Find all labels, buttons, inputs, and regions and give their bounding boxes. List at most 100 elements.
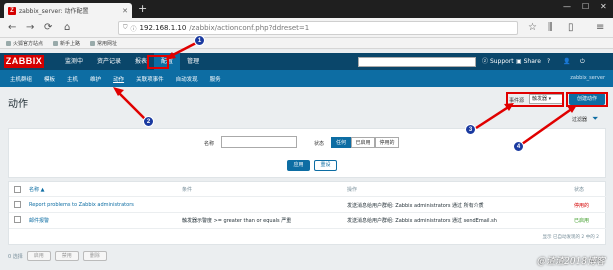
address-bar: ← → ⟳ ⌂ ⛉ ⓘ 192.168.1.10/zabbix/actionco… bbox=[0, 18, 613, 38]
action-operations: 发送消息给用户群组: Zabbix administrators 通过 所有介质 bbox=[347, 203, 484, 209]
chevron-down-icon: ▾ bbox=[548, 96, 552, 102]
info-icon: ⓘ bbox=[130, 25, 137, 33]
browser-tab[interactable]: Z zabbix_server: 动作配置 ✕ bbox=[4, 3, 132, 18]
status-toggle-enabled[interactable]: 已启用 bbox=[574, 217, 589, 224]
reload-icon[interactable]: ⟳ bbox=[44, 22, 52, 34]
event-source-value: 触发器 bbox=[532, 96, 548, 102]
action-name-link[interactable]: 邮件报警 bbox=[29, 217, 49, 224]
zabbix-header: ZABBIX 监测中 资产记录 报表 配置 管理 ⓩ Support ▣ Sha… bbox=[0, 53, 613, 70]
share-label: Share bbox=[523, 58, 541, 65]
status-toggle-disabled[interactable]: 停用的 bbox=[574, 202, 589, 209]
menu-reports[interactable]: 报表 bbox=[128, 53, 154, 70]
shield-icon: ⛉ bbox=[123, 24, 128, 31]
bookmark-label: 火狐官方站点 bbox=[13, 40, 44, 47]
window-close-icon[interactable]: ✕ bbox=[600, 2, 607, 11]
share-icon: ▣ bbox=[516, 58, 522, 65]
submenu-maintenance[interactable]: 维护 bbox=[84, 75, 107, 83]
main-menu: 监测中 资产记录 报表 配置 管理 bbox=[58, 53, 206, 70]
support-link[interactable]: ⓩ Support bbox=[482, 57, 514, 67]
global-search-input[interactable] bbox=[358, 57, 476, 67]
minimize-icon[interactable]: — bbox=[563, 2, 571, 11]
forward-arrow-icon[interactable]: → bbox=[26, 22, 34, 34]
select-all-checkbox[interactable] bbox=[14, 186, 21, 193]
url-field[interactable]: ⛉ ⓘ 192.168.1.10/zabbix/actionconf.php?d… bbox=[118, 21, 518, 35]
action-name-link[interactable]: Report problems to Zabbix administrators bbox=[29, 202, 134, 208]
status-any-option[interactable]: 任何 bbox=[331, 137, 351, 148]
watermark: @渣渣2018博客 bbox=[537, 257, 605, 267]
column-header-name[interactable]: 名称 ▲ bbox=[29, 186, 44, 193]
apply-button[interactable]: 应用 bbox=[287, 160, 310, 171]
actions-table: 名称 ▲ 条件 操作 状态 Report problems to Zabbix … bbox=[8, 181, 607, 245]
star-icon[interactable]: ☆ bbox=[528, 22, 537, 34]
bookmark-item[interactable]: 火狐官方站点 bbox=[6, 40, 43, 47]
create-action-button[interactable]: 创建动作 bbox=[569, 93, 605, 105]
zabbix-logo[interactable]: ZABBIX bbox=[4, 55, 44, 68]
column-header-conditions: 条件 bbox=[182, 187, 193, 193]
page-header: 动作 事件源 触发器 ▾ 创建动作 过滤器 ⏷ bbox=[0, 87, 613, 123]
share-link[interactable]: ▣ Share bbox=[516, 57, 541, 67]
browser-tab-title: zabbix_server: 动作配置 bbox=[19, 8, 89, 15]
action-operations: 发送消息给用户群组: Zabbix administrators 通过 send… bbox=[347, 218, 497, 224]
hamburger-menu-icon[interactable]: ≡ bbox=[596, 22, 604, 34]
help-icon[interactable]: ? bbox=[547, 57, 550, 67]
annotation-badge-2: 2 bbox=[143, 116, 154, 127]
bookmark-icon bbox=[90, 40, 96, 46]
logout-icon[interactable]: ⏻ bbox=[580, 57, 585, 67]
status-enabled-option[interactable]: 已启用 bbox=[351, 137, 375, 148]
submenu-services[interactable]: 服务 bbox=[204, 75, 227, 83]
filter-status-label: 状态 bbox=[314, 141, 325, 147]
bookmark-item[interactable]: 常用网址 bbox=[90, 40, 117, 47]
submenu-actions[interactable]: 动作 bbox=[107, 75, 130, 83]
filter-name-input[interactable] bbox=[221, 136, 297, 148]
event-source-select[interactable]: 触发器 ▾ bbox=[529, 94, 563, 104]
sidebar-icon[interactable]: ▯ bbox=[568, 22, 574, 34]
close-icon[interactable]: ✕ bbox=[122, 7, 128, 15]
new-tab-plus-icon[interactable]: + bbox=[138, 3, 147, 15]
browser-tab-bar: Z zabbix_server: 动作配置 ✕ + — ☐ ✕ bbox=[0, 0, 613, 18]
menu-monitoring[interactable]: 监测中 bbox=[58, 53, 90, 70]
submenu-host-groups[interactable]: 主机群组 bbox=[4, 75, 38, 83]
header-divider bbox=[9, 196, 607, 197]
bookmarks-bar: 火狐官方站点 新手上路 常用网址 bbox=[0, 38, 613, 49]
bookmark-icon bbox=[53, 40, 59, 46]
row-divider bbox=[9, 228, 607, 229]
row-checkbox[interactable] bbox=[14, 201, 21, 208]
column-header-operations: 操作 bbox=[347, 187, 358, 193]
delete-button[interactable]: 删除 bbox=[82, 251, 107, 261]
bulk-actions-bar: 0 选择 启用 禁用 删除 bbox=[0, 250, 613, 262]
url-path: /zabbix/actionconf.php?ddreset=1 bbox=[189, 24, 310, 32]
bookmark-item[interactable]: 新手上路 bbox=[53, 40, 80, 47]
submenu-event-correlation[interactable]: 关联项事件 bbox=[130, 75, 170, 83]
status-disabled-option[interactable]: 停用的 bbox=[375, 137, 399, 148]
back-arrow-icon[interactable]: ← bbox=[8, 22, 16, 34]
menu-administration[interactable]: 管理 bbox=[180, 53, 206, 70]
user-profile-icon[interactable]: 👤 bbox=[563, 57, 570, 67]
row-checkbox[interactable] bbox=[14, 216, 21, 223]
filter-panel: 名称 状态 任何 已启用 停用的 应用 重设 bbox=[8, 128, 606, 178]
page-title: 动作 bbox=[8, 99, 28, 110]
submenu-discovery[interactable]: 自动发现 bbox=[170, 75, 204, 83]
enable-button[interactable]: 启用 bbox=[26, 251, 51, 261]
selected-count: 0 选择 bbox=[8, 253, 23, 260]
reset-button[interactable]: 重设 bbox=[314, 160, 337, 171]
filter-tab[interactable]: 过滤器 bbox=[572, 116, 587, 123]
submenu-templates[interactable]: 模板 bbox=[38, 75, 61, 83]
filter-icon[interactable]: ⏷ bbox=[592, 114, 598, 124]
menu-inventory[interactable]: 资产记录 bbox=[90, 53, 128, 70]
sub-menu: 主机群组 模板 主机 维护 动作 关联项事件 自动发现 服务 zabbix_se… bbox=[0, 70, 613, 87]
filter-name-label: 名称 bbox=[204, 141, 215, 147]
support-icon: ⓩ bbox=[482, 58, 489, 65]
column-header-status: 状态 bbox=[574, 187, 585, 193]
url-host: 192.168.1.10 bbox=[139, 24, 187, 32]
zabbix-favicon-icon: Z bbox=[8, 6, 16, 15]
row-divider bbox=[9, 212, 607, 213]
bookmark-label: 常用网址 bbox=[97, 40, 118, 47]
disable-button[interactable]: 禁用 bbox=[54, 251, 79, 261]
submenu-hosts[interactable]: 主机 bbox=[61, 75, 84, 83]
bookmark-icon bbox=[6, 40, 11, 46]
library-icon[interactable]: ⫼ bbox=[548, 22, 553, 34]
maximize-icon[interactable]: ☐ bbox=[582, 2, 589, 11]
home-icon[interactable]: ⌂ bbox=[64, 22, 70, 34]
menu-configuration[interactable]: 配置 bbox=[154, 53, 181, 70]
server-name: zabbix_server bbox=[570, 75, 605, 81]
